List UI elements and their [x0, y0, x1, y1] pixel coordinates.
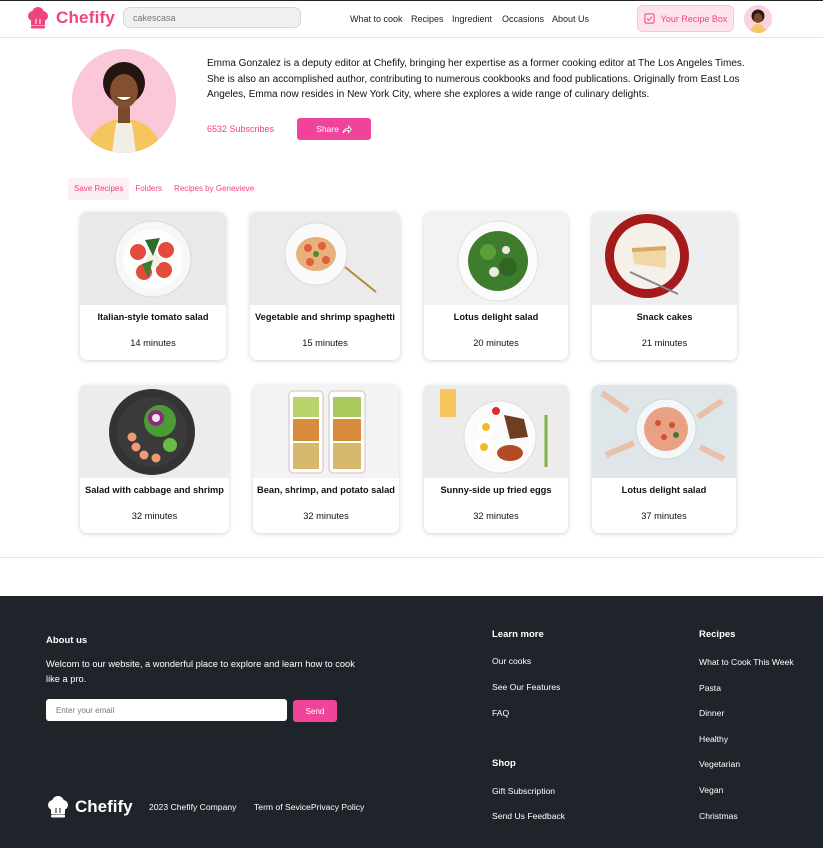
recipe-time: 32 minutes	[131, 511, 178, 521]
nav-item-occasions[interactable]: Occasions	[502, 14, 552, 24]
recipe-card[interactable]: Italian-style tomato salad 14 minutes	[80, 212, 226, 360]
recipe-title: Lotus delight salad	[621, 485, 707, 495]
footer-link-feedback[interactable]: Send Us Feedback	[492, 811, 565, 821]
footer-link-christmas[interactable]: Christmas	[699, 811, 738, 821]
footer-link-vegan[interactable]: Vegan	[699, 785, 723, 795]
share-label: Share	[316, 124, 339, 134]
recipe-card[interactable]: Vegetable and shrimp spaghetti 15 minute…	[250, 212, 400, 360]
main-nav: What to cook Recipes Ingredient Occasion…	[350, 14, 589, 24]
recipe-card[interactable]: Lotus delight salad 20 minutes	[424, 212, 568, 360]
profile-photo	[72, 49, 176, 153]
footer-shop-heading: Shop	[492, 758, 516, 769]
nav-item-recipes[interactable]: Recipes	[411, 14, 452, 24]
recipe-time: 37 minutes	[641, 511, 687, 521]
chef-hat-icon	[48, 796, 68, 818]
tab-save-recipes[interactable]: Save Recipes	[68, 178, 130, 200]
user-avatar-image	[744, 5, 772, 33]
footer-link-dinner[interactable]: Dinner	[699, 708, 724, 718]
recipe-title: Vegetable and shrimp spaghetti	[254, 312, 395, 322]
recipe-time: 14 minutes	[130, 338, 176, 348]
recipe-time: 32 minutes	[303, 511, 349, 521]
site-footer: About us Welcom to our website, a wonder…	[0, 596, 823, 848]
recipe-image	[592, 212, 737, 305]
content-divider	[0, 557, 823, 558]
profile-bio: Emma Gonzalez is a deputy editor at Chef…	[207, 58, 745, 101]
subscriber-count: 6532 Subscribes	[207, 124, 275, 134]
recipe-box-label: Your Recipe Box	[660, 13, 728, 24]
recipe-time: 15 minutes	[302, 338, 348, 348]
footer-brand-name: Chefify	[75, 797, 133, 816]
tab-recipes-by-genevieve[interactable]: Recipes by Genevieve	[168, 178, 260, 200]
footer-link-features[interactable]: See Our Features	[492, 682, 560, 692]
privacy-link[interactable]: Privacy Policy	[311, 802, 364, 812]
recipe-title: Sunny-side up fried eggs	[440, 485, 552, 495]
recipe-tabs: Save Recipes Folders Recipes by Geneviev…	[68, 178, 260, 200]
footer-link-what-to-cook[interactable]: What to Cook This Week	[699, 657, 794, 667]
tab-folders[interactable]: Folders	[129, 178, 168, 200]
search-input[interactable]	[123, 7, 301, 28]
recipe-image	[80, 212, 226, 305]
chef-hat-icon	[28, 7, 48, 29]
recipe-image	[592, 385, 736, 478]
recipe-image	[80, 385, 229, 478]
footer-link-healthy[interactable]: Healthy	[699, 734, 728, 744]
recipe-image	[424, 212, 568, 305]
recipe-title: Italian-style tomato salad	[97, 312, 209, 322]
nav-item-what-to-cook[interactable]: What to cook	[350, 14, 411, 24]
recipe-image	[250, 212, 400, 305]
recipe-title: Salad with cabbage and shrimp	[85, 485, 224, 495]
share-arrow-icon	[342, 124, 352, 134]
recipe-image	[424, 385, 568, 478]
brand-name: Chefify	[56, 8, 116, 27]
user-avatar[interactable]	[744, 5, 772, 33]
footer-learn-more-heading: Learn more	[492, 629, 544, 640]
legal-links: Term of SevicePrivacy Policy	[254, 802, 364, 812]
footer-recipes-heading: Recipes	[699, 629, 736, 640]
recipe-card[interactable]: Sunny-side up fried eggs 32 minutes	[424, 385, 568, 533]
recipe-card[interactable]: Snack cakes 21 minutes	[592, 212, 737, 360]
recipe-box-button[interactable]: Your Recipe Box	[637, 5, 734, 32]
profile-avatar	[72, 49, 176, 153]
recipe-title: Lotus delight salad	[453, 312, 539, 322]
send-button[interactable]: Send	[293, 700, 337, 722]
footer-link-faq[interactable]: FAQ	[492, 708, 509, 718]
footer-logo[interactable]: Chefify	[46, 795, 133, 819]
footer-about-heading: About us	[46, 635, 88, 646]
recipe-time: 32 minutes	[473, 511, 519, 521]
recipe-card[interactable]: Lotus delight salad 37 minutes	[592, 385, 736, 533]
terms-link[interactable]: Term of Sevice	[254, 802, 311, 812]
recipe-time: 21 minutes	[641, 338, 688, 348]
footer-link-our-cooks[interactable]: Our cooks	[492, 656, 531, 666]
recipe-image	[253, 385, 399, 478]
footer-link-gift-subscription[interactable]: Gift Subscription	[492, 786, 555, 796]
recipe-title: Bean, shrimp, and potato salad	[257, 485, 395, 495]
nav-item-about-us[interactable]: About Us	[552, 14, 589, 24]
brand-logo[interactable]: Chefify	[26, 6, 115, 30]
recipe-time: 20 minutes	[473, 338, 519, 348]
recipe-card[interactable]: Salad with cabbage and shrimp 32 minutes	[80, 385, 229, 533]
email-field[interactable]	[46, 699, 287, 721]
footer-link-pasta[interactable]: Pasta	[699, 683, 721, 693]
footer-about-text: Welcom to our website, a wonderful place…	[46, 659, 355, 684]
footer-link-vegetarian[interactable]: Vegetarian	[699, 759, 740, 769]
top-header: Chefify What to cook Recipes Ingredient …	[0, 0, 823, 38]
recipe-card[interactable]: Bean, shrimp, and potato salad 32 minute…	[253, 385, 399, 533]
share-button[interactable]: Share	[297, 118, 371, 140]
recipe-title: Snack cakes	[636, 312, 693, 322]
copyright-text: 2023 Chefify Company	[149, 802, 237, 812]
checklist-icon	[644, 13, 655, 24]
nav-item-ingredient[interactable]: Ingredient	[452, 14, 502, 24]
